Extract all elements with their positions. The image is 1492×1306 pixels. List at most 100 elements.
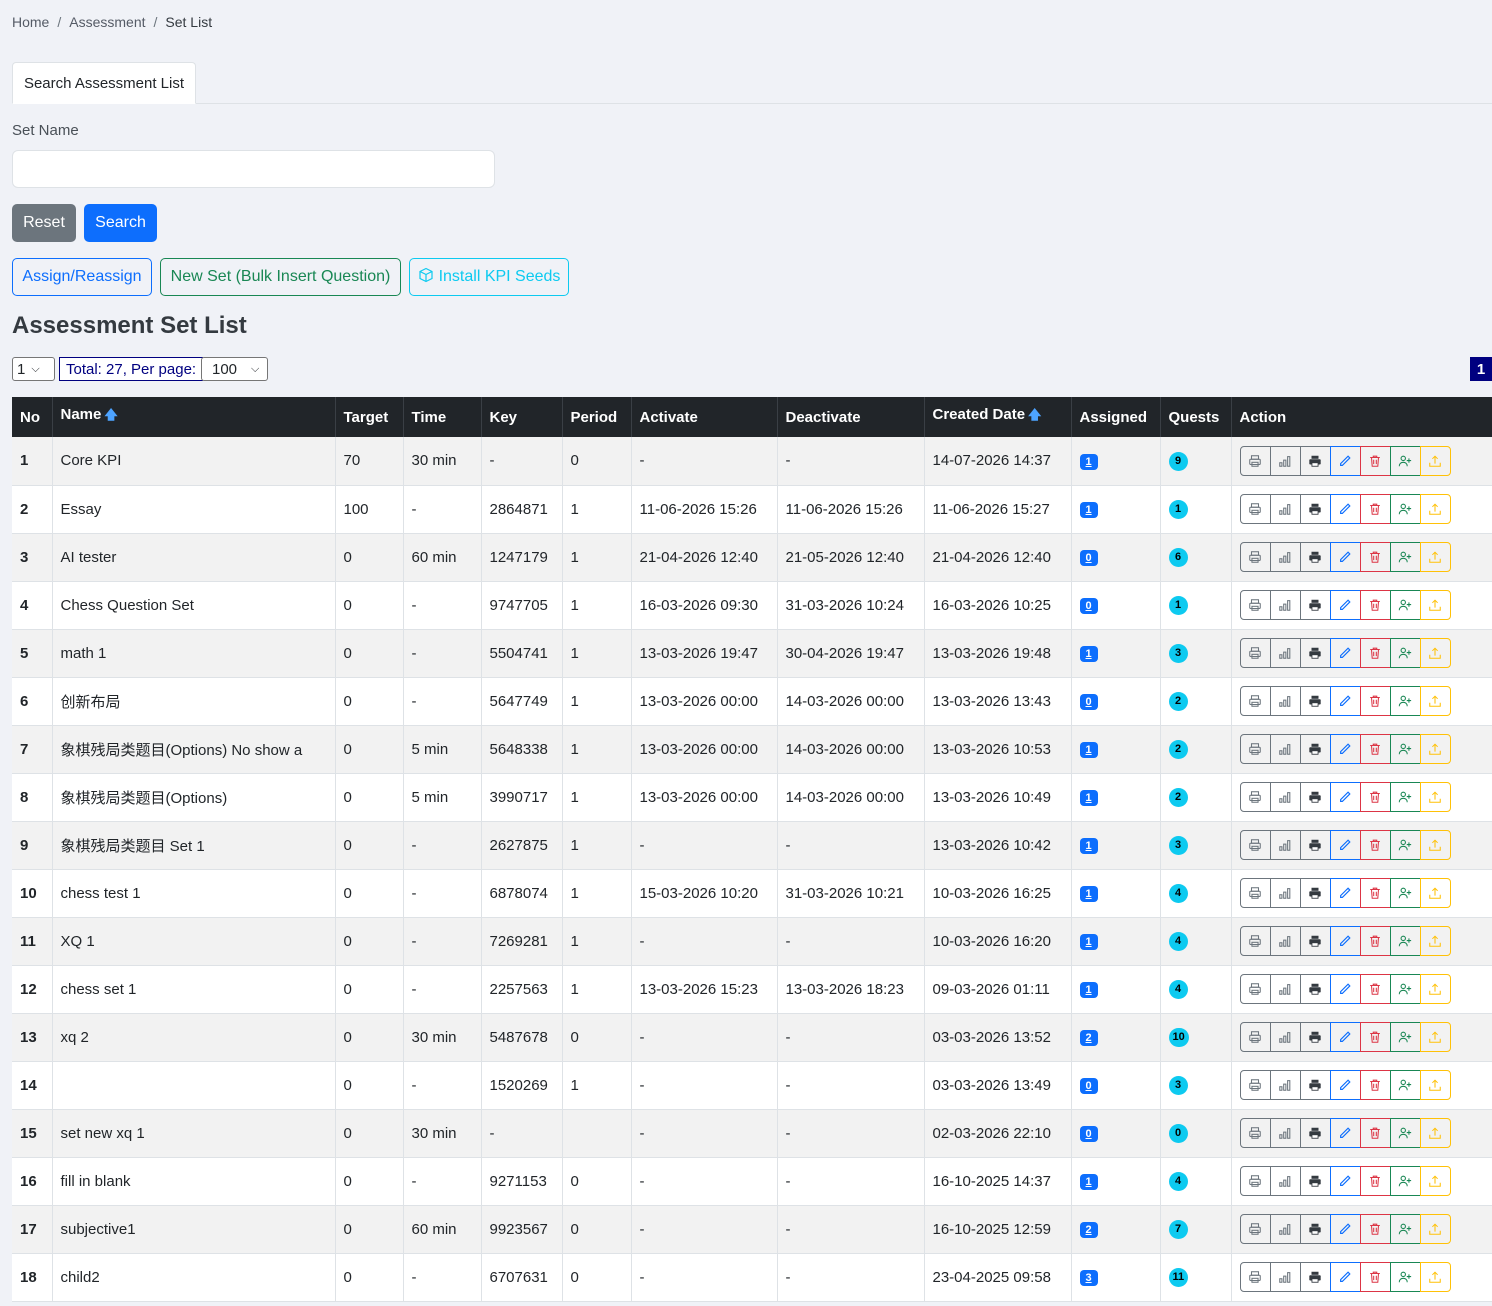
trash-button[interactable] xyxy=(1359,638,1391,668)
breadcrumb-home[interactable]: Home xyxy=(12,14,49,30)
pencil-button[interactable] xyxy=(1329,542,1361,572)
assigned-count-link[interactable]: 2 xyxy=(1079,1222,1098,1238)
bar-chart-button[interactable] xyxy=(1269,494,1301,524)
person-add-button[interactable] xyxy=(1389,686,1421,716)
person-add-button[interactable] xyxy=(1389,590,1421,620)
print-outline-button[interactable] xyxy=(1239,974,1271,1004)
upload-button[interactable] xyxy=(1419,734,1451,764)
printer-button[interactable] xyxy=(1299,542,1331,572)
trash-button[interactable] xyxy=(1359,494,1391,524)
upload-button[interactable] xyxy=(1419,1118,1451,1148)
trash-button[interactable] xyxy=(1359,445,1391,476)
trash-button[interactable] xyxy=(1359,1166,1391,1196)
bar-chart-button[interactable] xyxy=(1269,1166,1301,1196)
upload-button[interactable] xyxy=(1419,1022,1451,1052)
trash-button[interactable] xyxy=(1359,734,1391,764)
trash-button[interactable] xyxy=(1359,830,1391,860)
print-outline-button[interactable] xyxy=(1239,638,1271,668)
assigned-count-link[interactable]: 0 xyxy=(1079,694,1098,710)
assigned-count-link[interactable]: 3 xyxy=(1079,1270,1098,1286)
upload-button[interactable] xyxy=(1419,782,1451,812)
assigned-count-link[interactable]: 1 xyxy=(1079,1174,1098,1190)
pencil-button[interactable] xyxy=(1329,782,1361,812)
bar-chart-button[interactable] xyxy=(1269,782,1301,812)
upload-button[interactable] xyxy=(1419,494,1451,524)
pencil-button[interactable] xyxy=(1329,1118,1361,1148)
pencil-button[interactable] xyxy=(1329,1262,1361,1292)
per-page-select[interactable]: 100 ⌵ xyxy=(201,357,268,381)
col-name[interactable]: Name 🡅 xyxy=(52,397,336,437)
bar-chart-button[interactable] xyxy=(1269,830,1301,860)
person-add-button[interactable] xyxy=(1389,542,1421,572)
upload-button[interactable] xyxy=(1419,686,1451,716)
trash-button[interactable] xyxy=(1359,974,1391,1004)
upload-button[interactable] xyxy=(1419,974,1451,1004)
printer-button[interactable] xyxy=(1299,1166,1331,1196)
upload-button[interactable] xyxy=(1419,926,1451,956)
person-add-button[interactable] xyxy=(1389,1118,1421,1148)
pencil-button[interactable] xyxy=(1329,686,1361,716)
print-outline-button[interactable] xyxy=(1239,782,1271,812)
printer-button[interactable] xyxy=(1299,1214,1331,1244)
pencil-button[interactable] xyxy=(1329,830,1361,860)
print-outline-button[interactable] xyxy=(1239,734,1271,764)
person-add-button[interactable] xyxy=(1389,926,1421,956)
set-name-input[interactable] xyxy=(12,150,495,188)
printer-button[interactable] xyxy=(1299,926,1331,956)
reset-button[interactable]: Reset xyxy=(12,204,76,242)
assigned-count-link[interactable]: 1 xyxy=(1079,742,1098,758)
bar-chart-button[interactable] xyxy=(1269,1070,1301,1100)
trash-button[interactable] xyxy=(1359,878,1391,908)
assigned-count-link[interactable]: 1 xyxy=(1079,934,1098,950)
pencil-button[interactable] xyxy=(1329,734,1361,764)
trash-button[interactable] xyxy=(1359,782,1391,812)
bar-chart-button[interactable] xyxy=(1269,590,1301,620)
pencil-button[interactable] xyxy=(1329,494,1361,524)
person-add-button[interactable] xyxy=(1389,494,1421,524)
printer-button[interactable] xyxy=(1299,878,1331,908)
upload-button[interactable] xyxy=(1419,445,1451,476)
assigned-count-link[interactable]: 1 xyxy=(1079,646,1098,662)
bar-chart-button[interactable] xyxy=(1269,926,1301,956)
printer-button[interactable] xyxy=(1299,494,1331,524)
assigned-count-link[interactable]: 0 xyxy=(1079,1126,1098,1142)
page-select[interactable]: 1 ⌵ xyxy=(12,357,55,381)
printer-button[interactable] xyxy=(1299,1262,1331,1292)
bar-chart-button[interactable] xyxy=(1269,445,1301,476)
person-add-button[interactable] xyxy=(1389,1214,1421,1244)
upload-button[interactable] xyxy=(1419,830,1451,860)
pencil-button[interactable] xyxy=(1329,1166,1361,1196)
print-outline-button[interactable] xyxy=(1239,830,1271,860)
bar-chart-button[interactable] xyxy=(1269,1262,1301,1292)
pencil-button[interactable] xyxy=(1329,1070,1361,1100)
assigned-count-link[interactable]: 0 xyxy=(1079,1078,1098,1094)
pencil-button[interactable] xyxy=(1329,638,1361,668)
bar-chart-button[interactable] xyxy=(1269,686,1301,716)
print-outline-button[interactable] xyxy=(1239,1214,1271,1244)
bar-chart-button[interactable] xyxy=(1269,1214,1301,1244)
upload-button[interactable] xyxy=(1419,590,1451,620)
trash-button[interactable] xyxy=(1359,926,1391,956)
print-outline-button[interactable] xyxy=(1239,590,1271,620)
trash-button[interactable] xyxy=(1359,590,1391,620)
print-outline-button[interactable] xyxy=(1239,1118,1271,1148)
person-add-button[interactable] xyxy=(1389,782,1421,812)
printer-button[interactable] xyxy=(1299,445,1331,476)
assigned-count-link[interactable]: 1 xyxy=(1079,453,1098,470)
print-outline-button[interactable] xyxy=(1239,1262,1271,1292)
pencil-button[interactable] xyxy=(1329,878,1361,908)
pencil-button[interactable] xyxy=(1329,1022,1361,1052)
pencil-button[interactable] xyxy=(1329,974,1361,1004)
print-outline-button[interactable] xyxy=(1239,1070,1271,1100)
tab-search-assessment-list[interactable]: Search Assessment List xyxy=(12,62,196,104)
upload-button[interactable] xyxy=(1419,1166,1451,1196)
bar-chart-button[interactable] xyxy=(1269,974,1301,1004)
trash-button[interactable] xyxy=(1359,1070,1391,1100)
sort-up-icon[interactable]: 🡅 xyxy=(1028,407,1041,422)
person-add-button[interactable] xyxy=(1389,878,1421,908)
assigned-count-link[interactable]: 2 xyxy=(1079,1030,1098,1046)
printer-button[interactable] xyxy=(1299,1070,1331,1100)
upload-button[interactable] xyxy=(1419,1214,1451,1244)
print-outline-button[interactable] xyxy=(1239,1022,1271,1052)
person-add-button[interactable] xyxy=(1389,1022,1421,1052)
